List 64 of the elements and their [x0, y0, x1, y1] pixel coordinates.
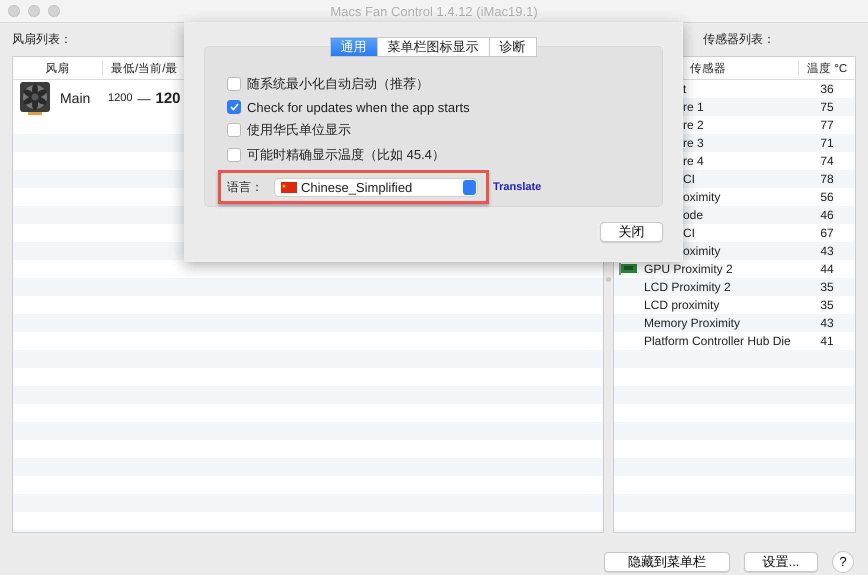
sensor-name: GPU Proximity 2: [643, 262, 734, 276]
option-label: 使用华氏单位显示: [247, 121, 351, 139]
checkbox[interactable]: [227, 77, 241, 91]
sensor-temperature: 71: [819, 136, 835, 150]
current-speed: 120: [155, 90, 181, 106]
graphics-card-icon: [618, 263, 636, 275]
sensor-name: re 1: [682, 100, 705, 114]
checkbox[interactable]: [227, 148, 241, 162]
checkbox[interactable]: [227, 100, 241, 114]
sensor-name: LCD Proximity 2: [643, 280, 732, 294]
language-label: 语言：: [227, 178, 264, 196]
sensor-temperature: 35: [819, 280, 835, 294]
sensor-temperature: 43: [819, 316, 835, 330]
sensor-temperature: 35: [819, 298, 835, 312]
sensor-name: Platform Controller Hub Die: [643, 334, 792, 348]
fan-name: Main: [60, 90, 92, 106]
flag-icon: [281, 182, 297, 192]
sensor-temperature: 43: [819, 244, 835, 258]
sensor-temperature: 78: [819, 172, 835, 186]
option-label: Check for updates when the app starts: [247, 100, 470, 114]
minimize-window-button[interactable]: [28, 5, 40, 17]
sensor-name: re 4: [682, 154, 705, 168]
sensor-temperature: 41: [819, 334, 835, 348]
min-speed: 1200: [108, 92, 132, 104]
sensor-temperature: 56: [819, 190, 835, 204]
tab[interactable]: 菜单栏图标显示: [376, 37, 490, 57]
sensor-temperature: 44: [819, 262, 835, 276]
language-dropdown[interactable]: Chinese_Simplified: [275, 178, 477, 196]
hide-to-menu-bar-button[interactable]: 隐藏到菜单栏: [604, 552, 730, 572]
help-button[interactable]: ?: [832, 550, 854, 572]
zoom-window-button[interactable]: [48, 5, 60, 17]
sensor-name: t: [682, 82, 688, 96]
panel-label: 传感器列表：: [703, 31, 775, 48]
window-title: Macs Fan Control 1.4.12 (iMac19.1): [329, 4, 539, 19]
sensor-temperature: 36: [819, 82, 835, 96]
fan-icon: [19, 81, 51, 115]
close-button[interactable]: 关闭: [600, 222, 663, 242]
sensor-name: Memory Proximity: [643, 316, 742, 330]
sensor-temperature: 77: [819, 118, 835, 132]
sensor-temperature: 74: [819, 154, 835, 168]
sensor-name: re 2: [682, 118, 705, 132]
sensor-name: ode: [682, 208, 704, 222]
tab[interactable]: 诊断: [488, 37, 536, 57]
splitter-handle[interactable]: [606, 277, 611, 282]
sensor-name: CI: [682, 226, 696, 240]
sensor-name: re 3: [682, 136, 705, 150]
sensor-name: LCD proximity: [643, 298, 720, 312]
sensor-temperature: 46: [819, 208, 835, 222]
sensor-temperature: 75: [819, 100, 835, 114]
sensor-name: oximity: [682, 244, 722, 258]
sensor-name: CI: [682, 172, 696, 186]
panel-label: 风扇列表：: [12, 31, 72, 48]
translate-link[interactable]: Translate: [493, 181, 542, 193]
option-label: 随系统最小化自动启动（推荐）: [247, 75, 429, 93]
speed-separator: —: [137, 90, 150, 106]
checkbox[interactable]: [227, 123, 241, 137]
option-label: 可能时精确显示温度（比如 45.4）: [247, 146, 445, 164]
sensor-name: oximity: [682, 190, 722, 204]
checkmark-icon: [230, 103, 238, 111]
sensor-temperature: 67: [819, 226, 835, 240]
column-header[interactable]: 温度 °C: [799, 60, 855, 76]
settings-button[interactable]: 设置...: [744, 552, 818, 572]
close-window-button[interactable]: [8, 5, 20, 17]
column-header[interactable]: 风扇: [13, 60, 103, 76]
